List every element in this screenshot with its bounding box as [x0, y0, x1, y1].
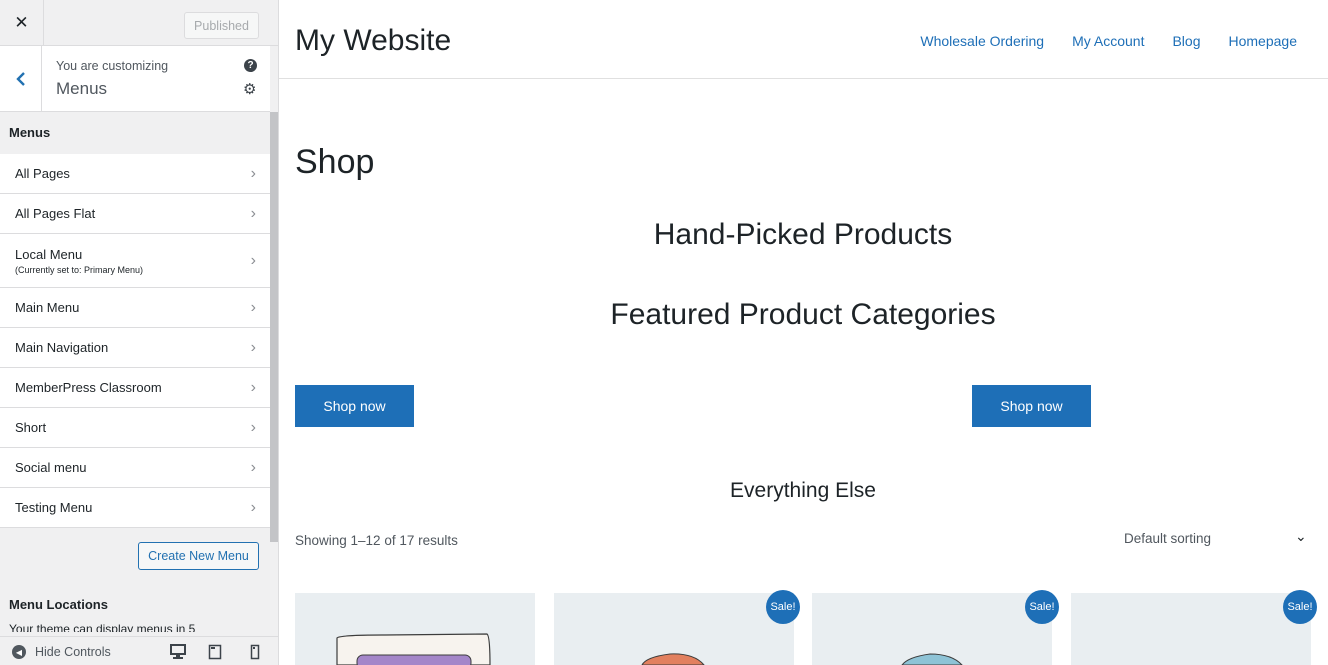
menus-section-title: Menus — [9, 125, 51, 140]
mobile-preview-icon[interactable] — [250, 644, 260, 660]
product-card[interactable] — [295, 593, 535, 665]
sale-badge: Sale! — [766, 590, 800, 624]
menu-item-memberpress-classroom[interactable]: MemberPress Classroom › — [0, 368, 270, 408]
product-card[interactable] — [812, 593, 1052, 665]
chevron-right-icon: › — [250, 498, 256, 516]
gear-icon[interactable]: ⚙ — [243, 82, 256, 97]
back-button[interactable] — [0, 46, 42, 112]
menu-item-label: All Pages — [15, 166, 70, 181]
menu-list: All Pages › All Pages Flat › Local Menu … — [0, 154, 270, 528]
customizer-topbar: ✕ Published — [0, 0, 278, 46]
menu-item-location-note: (Currently set to: Primary Menu) — [15, 264, 144, 275]
nav-link-wholesale-ordering[interactable]: Wholesale Ordering — [920, 33, 1044, 49]
shop-now-button[interactable]: Shop now — [972, 385, 1091, 427]
menu-item-label: Main Menu — [15, 300, 80, 315]
menu-item-social-menu[interactable]: Social menu › — [0, 448, 270, 488]
tablet-preview-icon[interactable] — [208, 644, 222, 660]
everything-else-heading: Everything Else — [730, 479, 876, 502]
menu-item-all-pages-flat[interactable]: All Pages Flat › — [0, 194, 270, 234]
menu-item-local-menu[interactable]: Local Menu (Currently set to: Primary Me… — [0, 234, 270, 288]
featured-categories-heading: Featured Product Categories — [610, 298, 996, 331]
customizing-title: Menus — [56, 79, 108, 98]
menu-item-label: Local Menu — [15, 246, 83, 262]
customizing-label: You are customizing — [56, 59, 169, 73]
chevron-left-icon — [15, 72, 25, 86]
chevron-right-icon: › — [250, 164, 256, 182]
chevron-right-icon: › — [250, 418, 256, 436]
close-icon: ✕ — [14, 13, 29, 32]
chevron-right-icon: › — [250, 378, 256, 396]
menu-item-main-navigation[interactable]: Main Navigation › — [0, 328, 270, 368]
primary-navigation: Wholesale Ordering My Account Blog Homep… — [920, 33, 1297, 49]
site-header: My Website Wholesale Ordering My Account… — [279, 0, 1328, 79]
shop-now-button[interactable]: Shop now — [295, 385, 414, 427]
chevron-right-icon: › — [250, 338, 256, 356]
site-preview: My Website Wholesale Ordering My Account… — [279, 0, 1328, 665]
menu-item-label: Testing Menu — [15, 500, 93, 515]
create-new-menu-button[interactable]: Create New Menu — [138, 542, 259, 570]
product-image — [901, 653, 963, 665]
menu-locations-description: Your theme can display menus in 5 — [9, 622, 196, 632]
hide-controls-icon[interactable]: ◀ — [12, 645, 26, 659]
sidebar-scrollbar[interactable] — [270, 112, 278, 542]
menu-item-label: All Pages Flat — [15, 206, 96, 221]
sale-badge: Sale! — [1025, 590, 1059, 624]
product-image — [336, 633, 491, 665]
customizing-header: You are customizing Menus ? — [0, 46, 270, 112]
menu-item-label: MemberPress Classroom — [15, 380, 162, 395]
hide-controls-button[interactable]: Hide Controls — [35, 645, 111, 659]
menu-item-all-pages[interactable]: All Pages › — [0, 154, 270, 194]
product-card[interactable] — [554, 593, 794, 665]
menu-item-main-menu[interactable]: Main Menu › — [0, 288, 270, 328]
result-count: Showing 1–12 of 17 results — [295, 533, 458, 548]
product-image — [641, 653, 705, 665]
menu-item-testing-menu[interactable]: Testing Menu › — [0, 488, 270, 528]
nav-link-blog[interactable]: Blog — [1172, 33, 1200, 49]
menu-item-label: Short — [15, 420, 47, 435]
nav-link-homepage[interactable]: Homepage — [1229, 33, 1298, 49]
customizer-footer: ◀ Hide Controls — [0, 636, 278, 665]
menu-item-short[interactable]: Short › — [0, 408, 270, 448]
help-icon[interactable]: ? — [244, 59, 257, 72]
chevron-down-icon: ⌄ — [1295, 528, 1307, 544]
customizer-sidebar: ✕ Published You are customizing Menus ? … — [0, 0, 279, 665]
menu-item-label: Main Navigation — [15, 340, 109, 355]
chevron-right-icon: › — [250, 204, 256, 222]
close-customizer-button[interactable]: ✕ — [0, 0, 44, 46]
chevron-right-icon: › — [250, 251, 256, 269]
menu-locations-title: Menu Locations — [9, 597, 108, 612]
desktop-preview-icon[interactable] — [170, 644, 186, 660]
page-title: Shop — [295, 143, 375, 181]
published-button[interactable]: Published — [184, 12, 259, 39]
chevron-right-icon: › — [250, 458, 256, 476]
hand-picked-heading: Hand-Picked Products — [653, 218, 953, 251]
chevron-right-icon: › — [250, 298, 256, 316]
product-card[interactable] — [1071, 593, 1311, 665]
sorting-select[interactable]: Default sorting — [1124, 531, 1211, 546]
menu-item-label: Social menu — [15, 460, 87, 475]
nav-link-my-account[interactable]: My Account — [1072, 33, 1144, 49]
sale-badge: Sale! — [1283, 590, 1317, 624]
site-title[interactable]: My Website — [295, 24, 451, 58]
